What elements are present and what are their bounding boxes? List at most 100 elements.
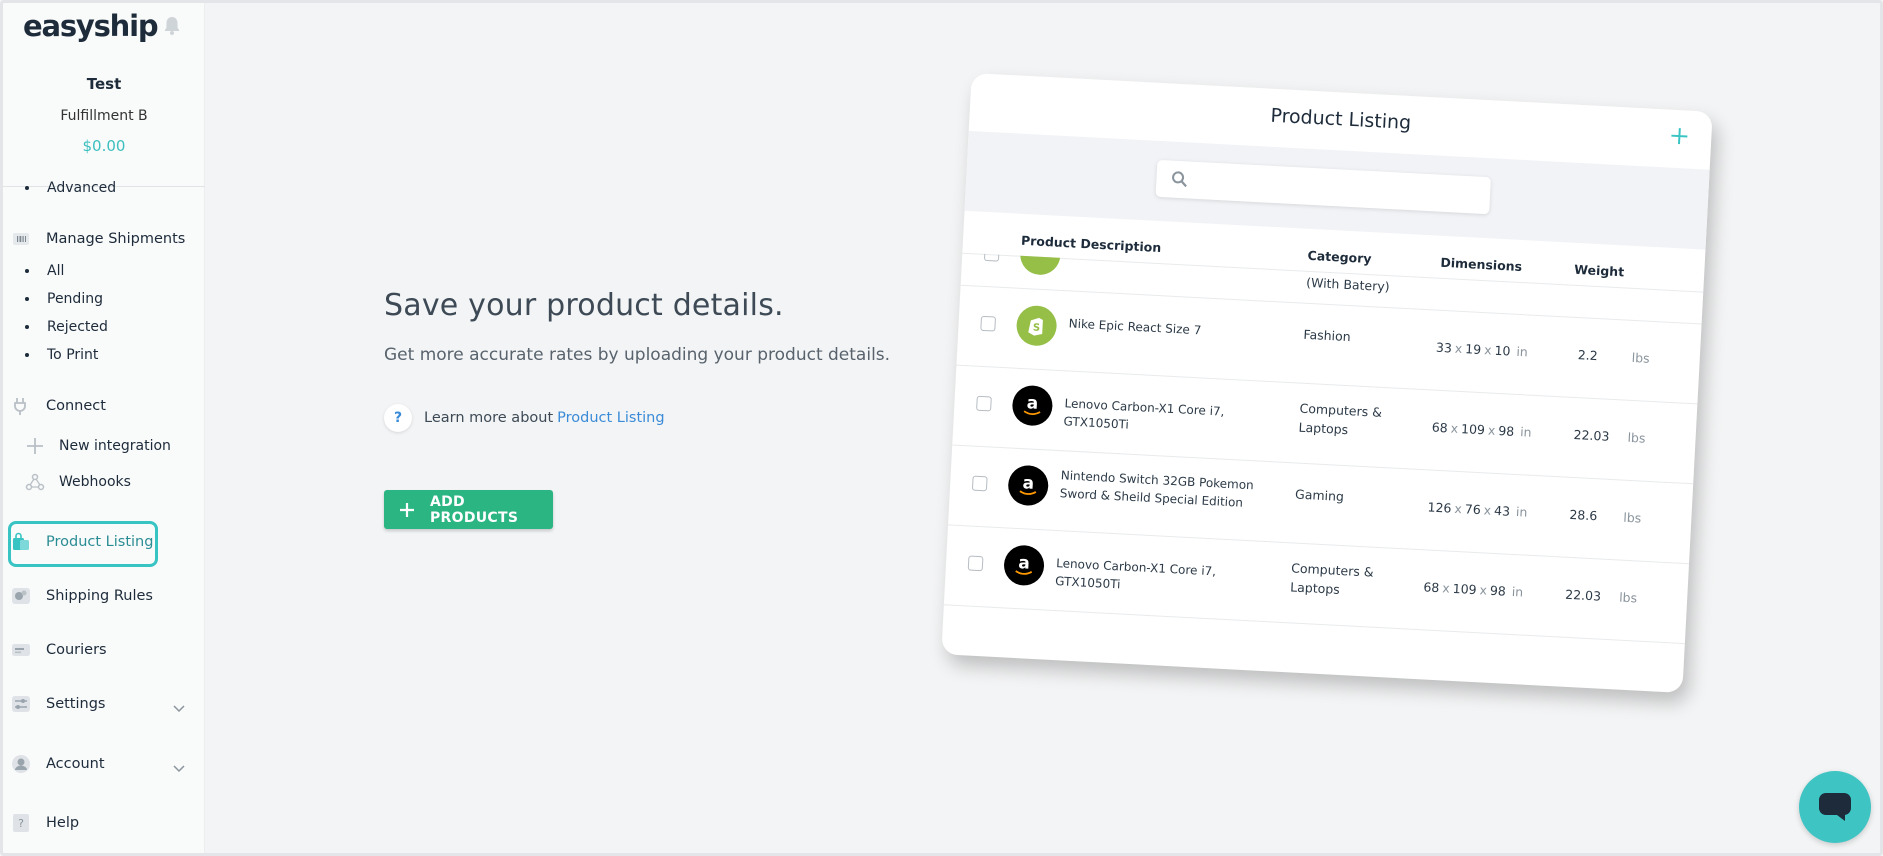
row-weight-unit: lbs: [1622, 509, 1642, 526]
product-listing-link[interactable]: Product Listing: [557, 410, 664, 426]
row-weight: 22.03: [1564, 586, 1602, 604]
sidebar-item-label: Webhooks: [59, 474, 131, 490]
row-weight: 22.03: [1573, 426, 1610, 444]
barcode-icon: [11, 229, 31, 249]
account-summary: Test Fulfillment B $0.00: [3, 75, 205, 155]
sidebar-item-new-integration[interactable]: New integration: [25, 436, 171, 456]
account-company: Fulfillment B: [60, 108, 148, 124]
easyship-logo[interactable]: easyship: [23, 9, 159, 43]
sidebar-item-label: Manage Shipments: [46, 231, 186, 247]
bullet: [25, 186, 29, 190]
column-header-description: Product Description: [1020, 232, 1162, 256]
sidebar-item-account[interactable]: Account: [3, 754, 205, 774]
mock-card: Product Listing Product Description Cate…: [941, 72, 1713, 694]
plug-icon: [11, 396, 31, 416]
svg-text:S: S: [1033, 323, 1041, 334]
plus-icon: [398, 501, 416, 519]
bell-icon[interactable]: [161, 15, 183, 37]
sidebar-item-label: Account: [46, 756, 105, 772]
question-icon: ?: [384, 404, 412, 432]
chat-button[interactable]: [1799, 771, 1871, 843]
row-checkbox: [976, 395, 992, 412]
amazon-logo: a: [1003, 544, 1046, 587]
sidebar-item-label: All: [47, 263, 65, 279]
truck-icon: [11, 640, 31, 660]
account-balance[interactable]: $0.00: [3, 137, 205, 155]
row-weight-unit: lbs: [1627, 429, 1646, 446]
account-name: Test: [86, 75, 122, 93]
sidebar-item-settings[interactable]: Settings: [3, 694, 205, 714]
bullet: [25, 297, 29, 301]
rules-icon: [11, 586, 31, 606]
sidebar-item-label: Advanced: [47, 180, 117, 196]
sidebar-item-label: Settings: [46, 696, 106, 712]
sidebar-item-label: Rejected: [47, 319, 108, 335]
sidebar-item-advanced[interactable]: Advanced: [25, 180, 116, 196]
row-weight-unit: lbs: [1631, 349, 1651, 366]
svg-text:a: a: [1026, 393, 1039, 414]
sidebar-item-connect[interactable]: Connect: [3, 396, 205, 416]
svg-text:a: a: [1022, 473, 1035, 494]
sidebar-item-rejected[interactable]: Rejected: [25, 319, 108, 335]
chat-bubble-icon: [1817, 791, 1853, 823]
row-checkbox: [980, 315, 997, 332]
sidebar-item-label: Product Listing: [46, 534, 154, 550]
row-category: Computers & Laptops: [1289, 560, 1374, 597]
sidebar-item-label: Shipping Rules: [46, 588, 153, 604]
plus-icon: [1669, 126, 1690, 147]
brand: easyship: [23, 9, 183, 43]
row-category: Gaming: [1294, 486, 1345, 505]
sidebar-item-label: Help: [46, 815, 80, 831]
row-category: (With Batery): [1305, 274, 1391, 295]
help-book-icon: ?: [11, 813, 31, 833]
sidebar-item-label: Pending: [47, 291, 103, 307]
sidebar-item-pending[interactable]: Pending: [25, 291, 103, 307]
svg-text:a: a: [1018, 553, 1031, 574]
row-dimensions: 33 x 19 x 10 in: [1435, 339, 1529, 360]
row-checkbox: [967, 555, 984, 572]
learn-more: ? Learn more about Product Listing: [384, 404, 665, 432]
row-dimensions: 126 x 76 x 43 in: [1427, 499, 1528, 520]
sidebar-item-webhooks[interactable]: Webhooks: [25, 472, 131, 492]
page-title: Save your product details.: [384, 288, 784, 323]
row-description: Lenovo Carbon-X1 Core i7, GTX1050Ti: [1054, 556, 1217, 592]
row-dimensions: 68 x 109 x 98 in: [1423, 579, 1524, 600]
sidebar-item-label: New integration: [59, 438, 171, 454]
amazon-logo: a: [1007, 464, 1050, 507]
sidebar-item-shipping-rules[interactable]: Shipping Rules: [3, 586, 205, 606]
add-products-label: ADD PRODUCTS: [430, 493, 519, 526]
sidebar-item-label: Couriers: [46, 642, 107, 658]
webhook-icon: [25, 472, 45, 492]
row-dimensions: 68 x 109 x 98 in: [1431, 419, 1532, 440]
sidebar-item-label: To Print: [47, 347, 99, 363]
page-subtitle: Get more accurate rates by uploading you…: [384, 345, 891, 365]
row-description: Nike Epic React Size 7: [1068, 316, 1202, 338]
sidebar-item-label: Connect: [46, 398, 106, 414]
shopping-bag-icon: [11, 532, 31, 552]
user-icon: [11, 754, 31, 774]
bullet: [25, 353, 29, 357]
row-checkbox: [971, 475, 988, 492]
column-header-weight: Weight: [1573, 261, 1625, 280]
row-weight-unit: lbs: [1618, 589, 1638, 606]
search-icon: [1170, 170, 1189, 189]
chevron-down-icon[interactable]: [173, 698, 185, 713]
sidebar-item-all[interactable]: All: [25, 263, 64, 279]
row-category: Computers & Laptops: [1298, 400, 1383, 438]
bullet: [25, 269, 29, 273]
row-weight: 2.2: [1577, 347, 1599, 364]
row-category: Fashion: [1303, 326, 1352, 345]
add-products-button[interactable]: ADD PRODUCTS: [384, 490, 553, 529]
shopify-logo: [1019, 252, 1062, 276]
chevron-down-icon[interactable]: [173, 758, 185, 773]
sidebar-item-to-print[interactable]: To Print: [25, 347, 98, 363]
sidebar-item-help[interactable]: ? Help: [3, 813, 205, 833]
column-header-dimensions: Dimensions: [1440, 254, 1523, 275]
sidebar-item-manage-shipments[interactable]: Manage Shipments: [3, 229, 205, 249]
sidebar-item-product-listing[interactable]: Product Listing: [3, 532, 205, 552]
row-description: Lenovo Carbon-X1 Core i7, GTX1050Ti: [1063, 396, 1225, 432]
row-checkbox: [983, 252, 1000, 262]
sidebar-item-couriers[interactable]: Couriers: [3, 640, 205, 660]
plus-icon: [25, 436, 45, 456]
column-header-category: Category: [1307, 247, 1372, 267]
